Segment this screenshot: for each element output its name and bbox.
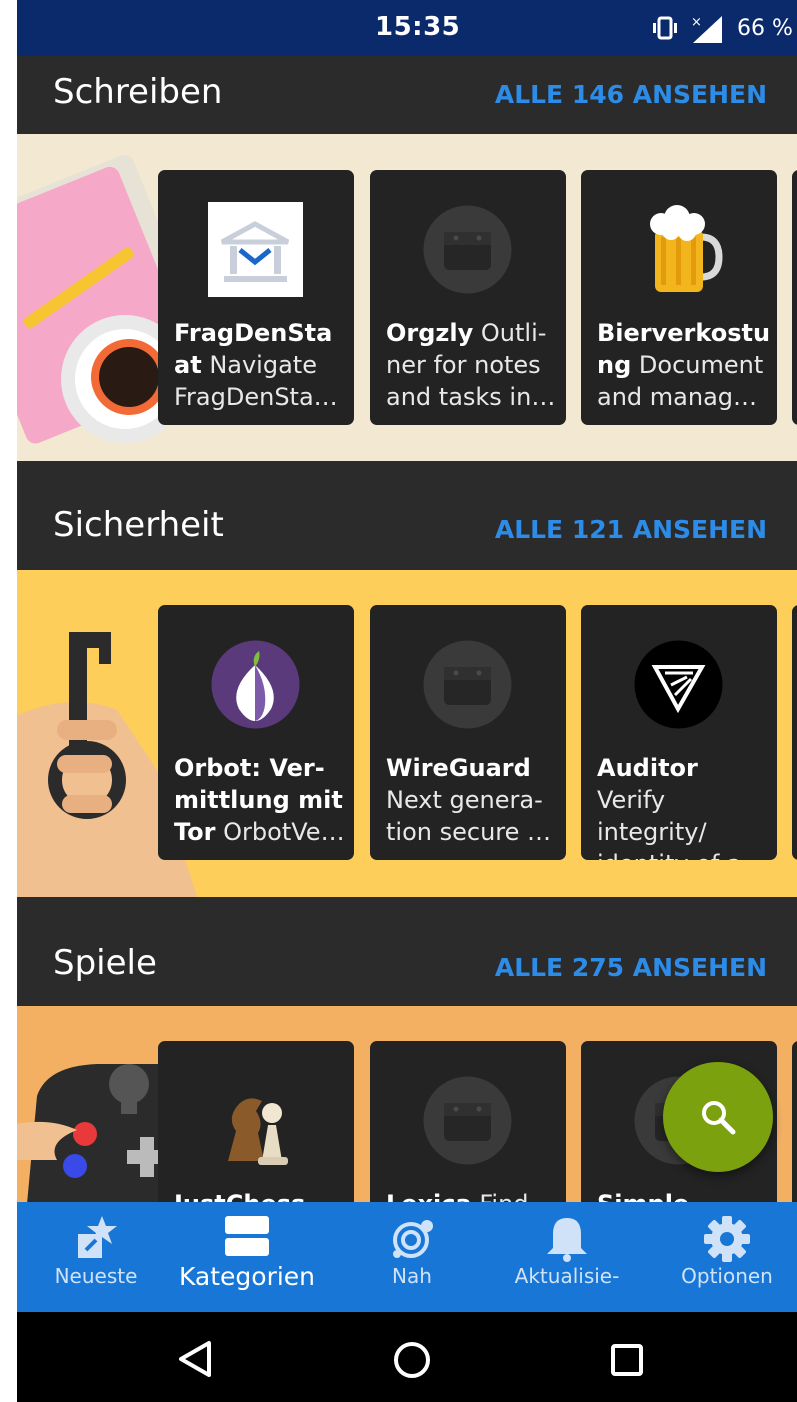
auditor-icon <box>634 640 723 729</box>
app-screen: 15:35 × 66 % Schreiben ALLE 146 ANSEHEN <box>17 0 797 1402</box>
vibrate-icon <box>653 16 677 40</box>
nav-label: Kategorien <box>178 1262 316 1291</box>
app-card-peek[interactable] <box>792 605 797 860</box>
nav-item-nah[interactable]: Nah <box>367 1202 457 1312</box>
app-card-text: Orgzly Outli-ner for notes and tasks in… <box>386 319 556 411</box>
nav-label: Nah <box>392 1264 432 1288</box>
battery-percent: 66 % <box>737 16 793 41</box>
category-header-schreiben: Schreiben ALLE 146 ANSEHEN <box>17 56 797 134</box>
nav-item-kategorien[interactable]: Kategorien <box>177 1202 317 1312</box>
category-banner-schreiben[interactable]: FragDenSta at Navigate FragDenSta… Orgzly … <box>17 134 797 461</box>
app-card-text: Lexica Find <box>386 1188 558 1202</box>
category-title: Spiele <box>53 943 157 983</box>
category-header-spiele: Spiele ALLE 275 ANSEHEN <box>17 897 797 1006</box>
app-card-text: Bierverkostu ng Document and manag… <box>597 319 771 411</box>
see-all-link[interactable]: ALLE 146 ANSEHEN <box>495 80 767 109</box>
app-card[interactable]: Orgzly Outli-ner for notes and tasks in… <box>370 170 566 425</box>
chess-icon <box>228 1098 288 1165</box>
signal-icon: × <box>691 15 722 43</box>
star-arrow-icon <box>78 1216 117 1258</box>
see-all-link[interactable]: ALLE 275 ANSEHEN <box>495 953 767 982</box>
category-banner-sicherheit[interactable]: Orbot: Ver-mittlung mit Tor OrbotVe… Wire… <box>17 570 797 897</box>
fragdenstaat-icon <box>208 202 303 297</box>
app-card[interactable]: WireGuard Next genera-tion secure … <box>370 605 566 860</box>
default-app-icon <box>423 1076 512 1165</box>
nav-label: Neueste <box>54 1264 138 1288</box>
app-card[interactable]: JustChess <box>158 1041 354 1202</box>
beer-icon <box>650 205 723 292</box>
onion-icon <box>211 640 300 729</box>
app-card[interactable]: Lexica Find <box>370 1041 566 1202</box>
system-navigation-bar <box>17 1312 797 1402</box>
svg-text:×: × <box>691 15 702 30</box>
nav-item-optionen[interactable]: Optionen <box>667 1202 787 1312</box>
see-all-link[interactable]: ALLE 121 ANSEHEN <box>495 515 767 544</box>
nav-item-aktualisierungen[interactable]: Aktualisie- <box>507 1202 627 1312</box>
app-card-text: Auditor Verifyintegrity/identity of a… <box>597 754 766 860</box>
app-card[interactable]: Bierverkostu ng Document and manag… <box>581 170 777 425</box>
category-title: Schreiben <box>53 72 223 112</box>
nav-label: Aktualisie- <box>514 1264 620 1288</box>
app-card-text: WireGuard Next genera-tion secure … <box>386 754 552 846</box>
gear-icon <box>704 1216 750 1262</box>
recents-icon[interactable] <box>610 1343 644 1377</box>
bell-icon <box>547 1218 587 1262</box>
bottom-navigation: Neueste Kategorien Nah Aktualisie- Optio… <box>17 1202 797 1312</box>
app-card[interactable]: Orbot: Ver-mittlung mit Tor OrbotVe… <box>158 605 354 860</box>
app-card-text: FragDenSta at Navigate FragDenSta… <box>174 319 338 411</box>
default-app-icon <box>423 205 512 294</box>
home-icon[interactable] <box>392 1340 432 1380</box>
app-card-text: Simple <box>597 1188 769 1202</box>
status-time: 15:35 <box>375 12 461 42</box>
nav-label: Optionen <box>681 1264 773 1288</box>
category-title: Sicherheit <box>53 505 224 545</box>
search-icon <box>702 1101 736 1135</box>
category-header-sicherheit: Sicherheit ALLE 121 ANSEHEN <box>17 461 797 570</box>
search-fab[interactable] <box>663 1062 773 1172</box>
nearby-icon <box>393 1220 433 1258</box>
status-bar: 15:35 × 66 % <box>17 0 797 56</box>
app-card-text: JustChess <box>174 1188 346 1202</box>
app-card-peek[interactable] <box>792 1041 797 1202</box>
app-card[interactable]: FragDenSta at Navigate FragDenSta… <box>158 170 354 425</box>
app-card-peek[interactable] <box>792 170 797 425</box>
app-card-text: Orbot: Ver-mittlung mit Tor OrbotVe… <box>174 754 345 846</box>
back-icon[interactable] <box>177 1340 213 1378</box>
categories-icon <box>225 1216 269 1256</box>
app-card[interactable]: Auditor Verifyintegrity/identity of a… <box>581 605 777 860</box>
default-app-icon <box>423 640 512 729</box>
nav-item-neueste[interactable]: Neueste <box>42 1202 150 1312</box>
